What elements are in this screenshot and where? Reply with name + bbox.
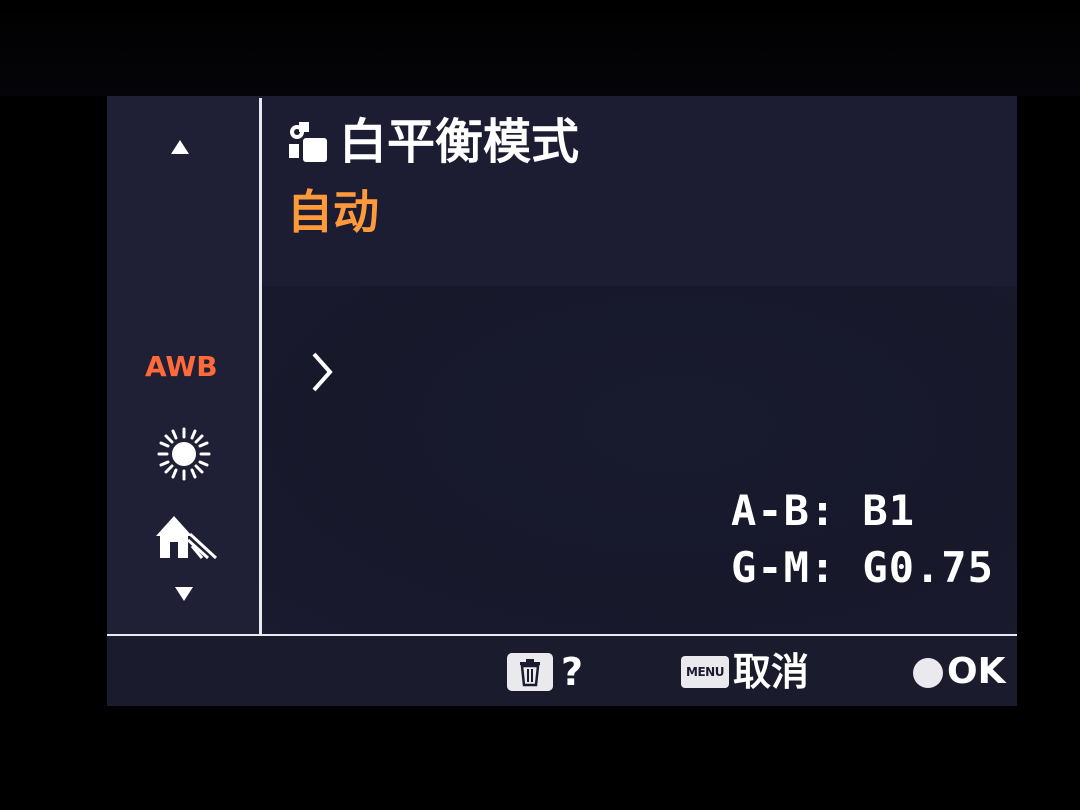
amber-blue-adjustment: A-B: B1: [731, 486, 916, 535]
green-magenta-adjustment: G-M: G0.75: [731, 543, 994, 592]
wb-option-awb[interactable]: AWB: [145, 350, 218, 383]
screen-bezel: [0, 0, 1080, 96]
scroll-down-icon[interactable]: [175, 587, 193, 601]
scroll-up-icon[interactable]: [171, 140, 189, 154]
white-balance-list: AWB: [107, 96, 259, 636]
camera-lcd-screen: AWB 白平衡模式 自动 A-B: B1 G-M: G0.75 ? MENU 取…: [107, 96, 1017, 706]
center-button-icon: [913, 658, 943, 688]
shade-icon[interactable]: [154, 512, 218, 562]
daylight-icon[interactable]: [156, 426, 212, 482]
cancel-label: 取消: [733, 650, 810, 694]
help-label: ?: [561, 650, 584, 694]
vertical-divider: [259, 98, 262, 638]
white-balance-mode-icon: [289, 122, 327, 162]
menu-button-icon: MENU: [681, 656, 729, 688]
page-title: 白平衡模式: [339, 114, 580, 170]
selected-wb-value: 自动: [287, 185, 379, 239]
ok-label: OK: [947, 651, 1006, 692]
trash-icon: [507, 653, 553, 691]
chevron-right-icon[interactable]: [309, 350, 335, 394]
